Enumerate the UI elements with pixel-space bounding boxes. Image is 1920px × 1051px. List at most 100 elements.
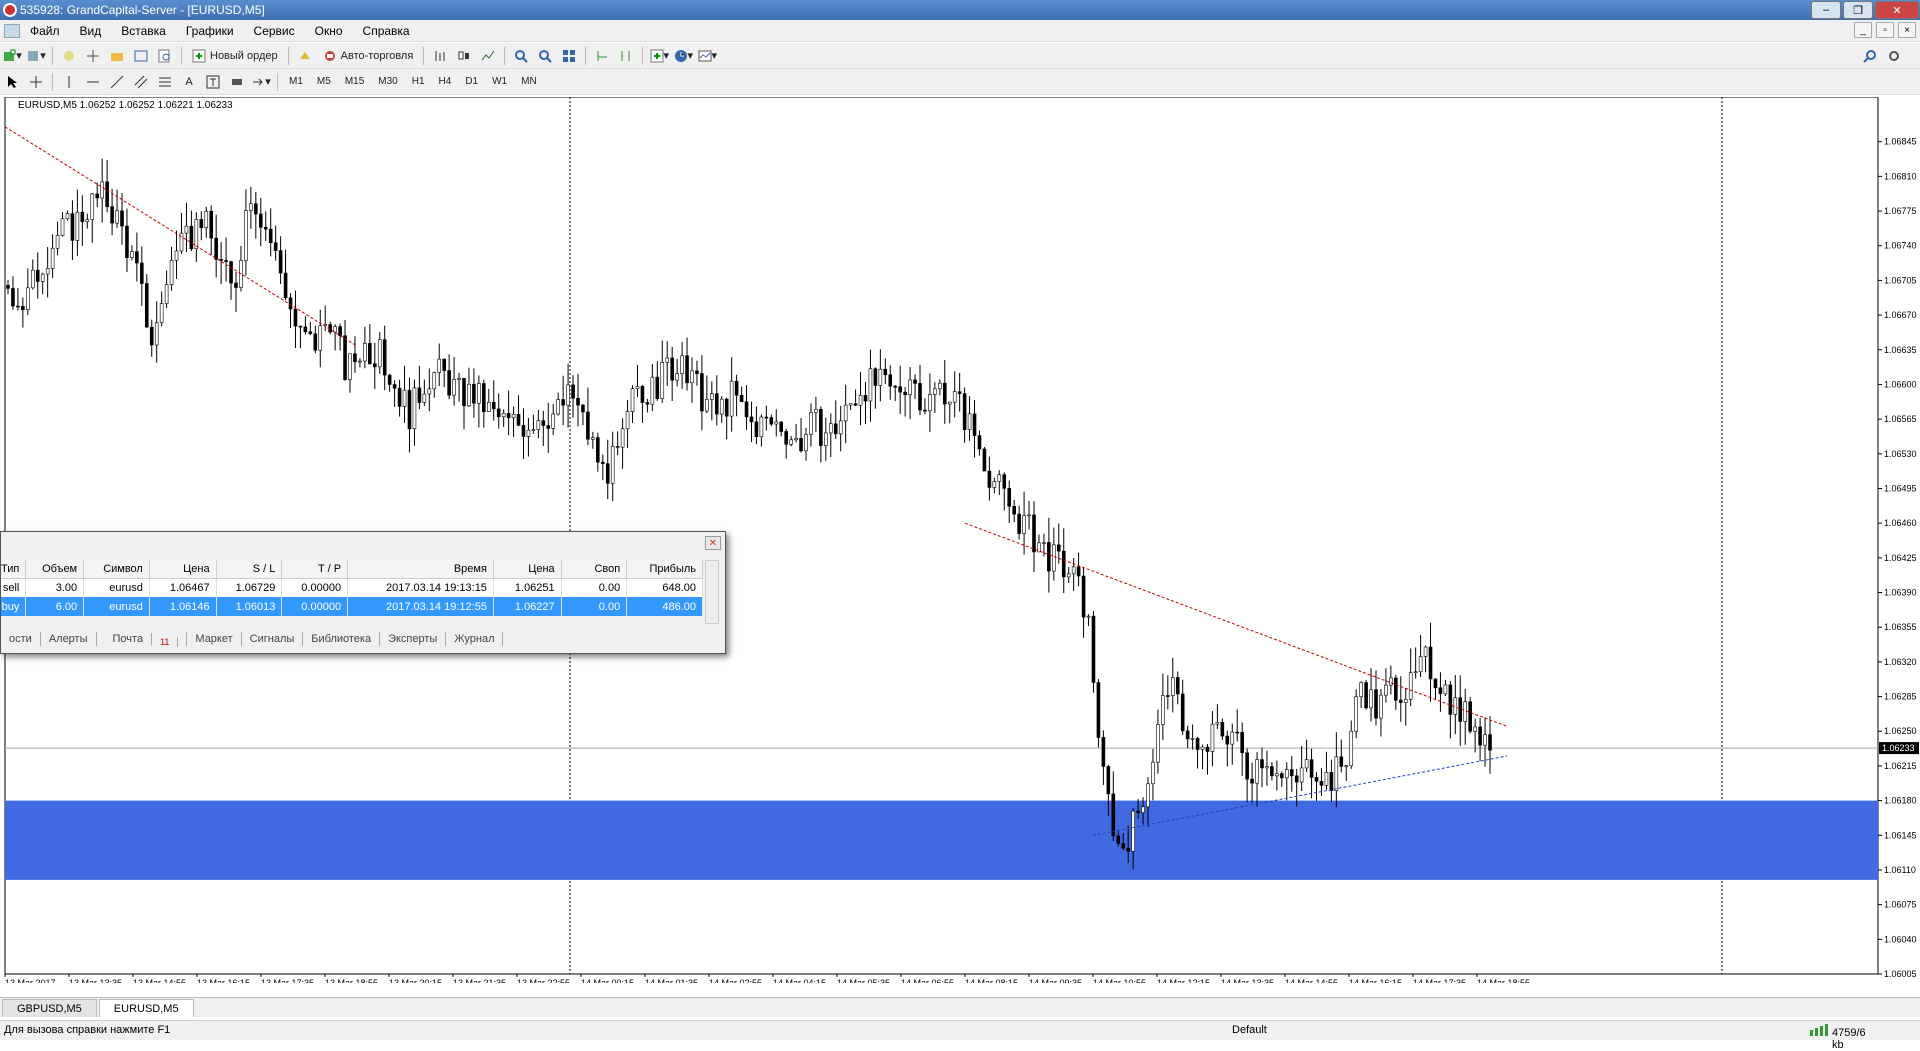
arrows-button[interactable]: ▾ bbox=[251, 72, 271, 92]
timeframe-m5[interactable]: M5 bbox=[312, 72, 336, 92]
indicators-button[interactable]: ▾ bbox=[649, 46, 669, 66]
tab-mail[interactable]: Почта 11 bbox=[97, 632, 188, 648]
tab-signals[interactable]: Сигналы bbox=[242, 632, 304, 646]
col-swap[interactable]: Своп bbox=[561, 560, 628, 579]
terminal-scrollbar[interactable] bbox=[705, 560, 719, 624]
y-tick-label: 1.06495 bbox=[1884, 483, 1917, 493]
candle-body bbox=[571, 384, 575, 399]
auto-trading-button[interactable]: Авто-торговля bbox=[319, 46, 418, 66]
candle-body bbox=[625, 411, 630, 430]
data-window-button[interactable] bbox=[83, 46, 103, 66]
terminal-close-button[interactable]: ✕ bbox=[705, 536, 721, 550]
col-sl[interactable]: S / L bbox=[216, 560, 283, 579]
horizontal-line-button[interactable] bbox=[83, 72, 103, 92]
mdi-restore-button[interactable]: ▫ bbox=[1876, 22, 1894, 38]
chart-tab-gbpusd[interactable]: GBPUSD,M5 bbox=[2, 999, 97, 1017]
profiles-button[interactable]: ▾ bbox=[26, 46, 46, 66]
timeframe-w1[interactable]: W1 bbox=[487, 72, 512, 92]
y-tick-label: 1.06775 bbox=[1884, 206, 1917, 216]
timeframe-m30[interactable]: M30 bbox=[373, 72, 402, 92]
cursor-button[interactable] bbox=[2, 72, 22, 92]
candle-body bbox=[1146, 783, 1150, 808]
text-label-button[interactable] bbox=[203, 72, 223, 92]
mdi-minimize-button[interactable]: _ bbox=[1854, 22, 1872, 38]
fibonacci-button[interactable] bbox=[155, 72, 175, 92]
zoom-in-button[interactable] bbox=[511, 46, 531, 66]
metaeditor-button[interactable] bbox=[295, 46, 315, 66]
candle-body bbox=[1344, 765, 1349, 768]
tab-experts[interactable]: Эксперты bbox=[380, 632, 447, 646]
menu-help[interactable]: Справка bbox=[353, 24, 420, 38]
menu-file[interactable]: Файл bbox=[20, 24, 70, 38]
search-button[interactable] bbox=[1860, 46, 1880, 66]
tab-alerts[interactable]: Алерты bbox=[41, 632, 97, 646]
col-volume[interactable]: Объем bbox=[25, 560, 85, 579]
templates-icon bbox=[698, 50, 712, 61]
chart-shift-button[interactable] bbox=[616, 46, 636, 66]
candle-body bbox=[1136, 810, 1140, 813]
trendline-button[interactable] bbox=[107, 72, 127, 92]
chart-tab-eurusd[interactable]: EURUSD,M5 bbox=[98, 999, 194, 1017]
candle-body bbox=[377, 339, 382, 368]
timeframe-h1[interactable]: H1 bbox=[407, 72, 430, 92]
terminal-window[interactable]: ✕ Тип Объем Символ Цена S / L T / P Врем… bbox=[0, 531, 726, 654]
candlestick-button[interactable] bbox=[454, 46, 474, 66]
menu-insert[interactable]: Вставка bbox=[111, 24, 176, 38]
minimize-button[interactable]: – bbox=[1811, 1, 1841, 19]
timeframe-mn[interactable]: MN bbox=[516, 72, 542, 92]
col-type[interactable]: Тип bbox=[1, 560, 27, 579]
candle-body bbox=[85, 219, 90, 222]
table-row[interactable]: sell 3.00 eurusd 1.06467 1.06729 0.00000… bbox=[1, 578, 703, 597]
crosshair-tool-button[interactable] bbox=[26, 72, 46, 92]
col-time[interactable]: Время bbox=[347, 560, 494, 579]
timeframe-m1[interactable]: M1 bbox=[284, 72, 308, 92]
candle-body bbox=[169, 259, 174, 285]
tab-library[interactable]: Библиотека bbox=[303, 632, 381, 646]
maximize-button[interactable]: ❐ bbox=[1843, 1, 1873, 19]
tile-windows-button[interactable] bbox=[559, 46, 579, 66]
templates-button[interactable]: ▾ bbox=[697, 46, 717, 66]
tester-button[interactable] bbox=[155, 46, 175, 66]
table-row[interactable]: buy 6.00 eurusd 1.06146 1.06013 0.00000 … bbox=[1, 597, 703, 616]
col-profit[interactable]: Прибыль bbox=[626, 560, 703, 579]
vertical-line-button[interactable] bbox=[59, 72, 79, 92]
tab-news[interactable]: ости bbox=[1, 632, 41, 646]
channel-button[interactable] bbox=[131, 72, 151, 92]
timeframe-m15[interactable]: M15 bbox=[340, 72, 369, 92]
periods-button[interactable]: ▾ bbox=[673, 46, 693, 66]
candle-body bbox=[303, 326, 308, 333]
settings-button[interactable] bbox=[1884, 46, 1904, 66]
menu-view[interactable]: Вид bbox=[70, 24, 112, 38]
tab-journal[interactable]: Журнал bbox=[446, 632, 504, 646]
candle-body bbox=[45, 268, 50, 275]
candle-body bbox=[1225, 735, 1230, 745]
terminal-button[interactable] bbox=[131, 46, 151, 66]
tab-market[interactable]: Маркет bbox=[187, 632, 242, 646]
new-order-button[interactable]: Новый ордер bbox=[188, 46, 282, 66]
timeframe-d1[interactable]: D1 bbox=[460, 72, 483, 92]
col-symbol[interactable]: Символ bbox=[83, 560, 150, 579]
market-watch-button[interactable] bbox=[59, 46, 79, 66]
cell-volume: 6.00 bbox=[25, 597, 85, 616]
col-price[interactable]: Цена bbox=[493, 560, 562, 579]
mdi-close-button[interactable]: × bbox=[1898, 22, 1916, 38]
fibonacci-icon bbox=[159, 77, 171, 86]
new-chart-button[interactable]: ▾ bbox=[2, 46, 22, 66]
timeframe-h4[interactable]: H4 bbox=[434, 72, 457, 92]
close-button[interactable]: ✕ bbox=[1875, 1, 1919, 19]
candle-body bbox=[348, 353, 352, 380]
navigator-button[interactable] bbox=[107, 46, 127, 66]
col-tp[interactable]: T / P bbox=[281, 560, 349, 579]
bar-chart-button[interactable] bbox=[430, 46, 450, 66]
zoom-out-button[interactable] bbox=[535, 46, 555, 66]
menu-tools[interactable]: Сервис bbox=[244, 24, 305, 38]
menu-window[interactable]: Окно bbox=[305, 24, 353, 38]
auto-scroll-button[interactable] bbox=[592, 46, 612, 66]
candle-body bbox=[1334, 756, 1339, 791]
x-tick-label: 13 Mar 18:55 bbox=[325, 978, 378, 983]
rectangle-button[interactable] bbox=[227, 72, 247, 92]
line-chart-button[interactable] bbox=[478, 46, 498, 66]
menu-charts[interactable]: Графики bbox=[176, 24, 244, 38]
col-open-price[interactable]: Цена bbox=[149, 560, 217, 579]
text-button[interactable]: A bbox=[179, 72, 199, 92]
